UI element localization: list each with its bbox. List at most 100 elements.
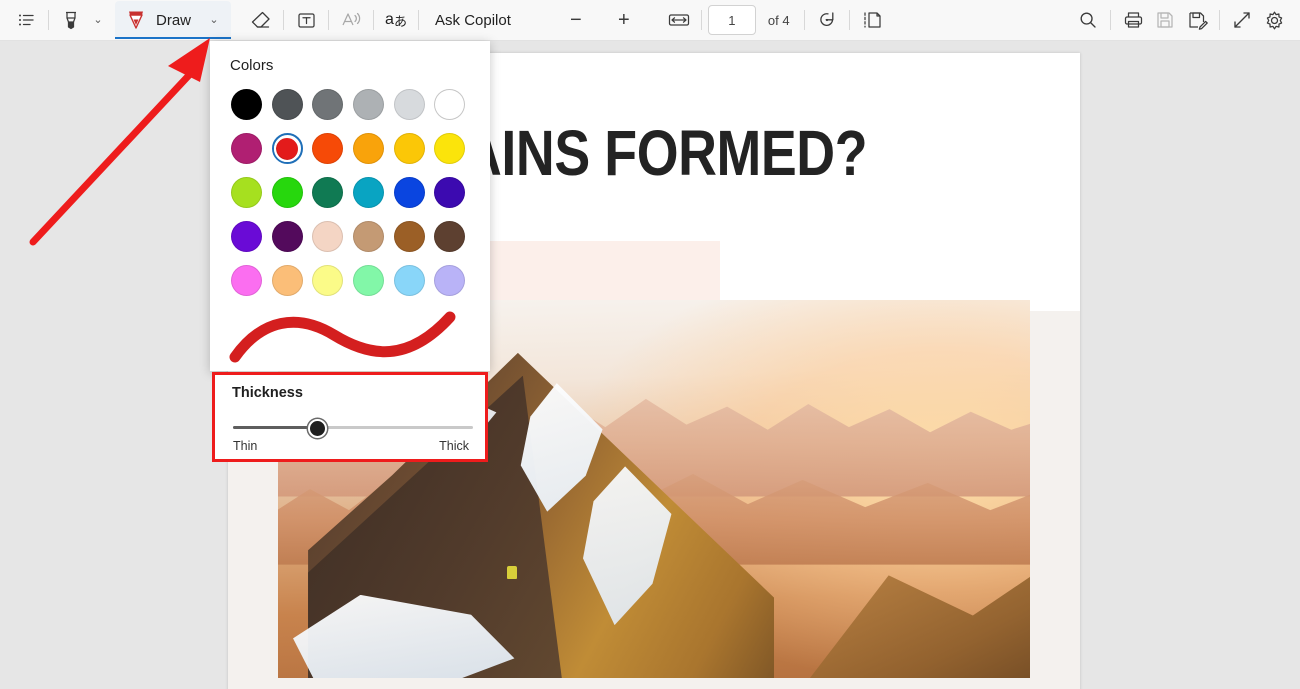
color-swatch-cell[interactable] — [353, 220, 393, 253]
color-swatch-orange-red[interactable] — [312, 133, 344, 164]
highlighter-chevron-down-icon[interactable]: ⌄ — [87, 4, 109, 36]
color-swatch-amber[interactable] — [393, 133, 425, 164]
color-swatch-green[interactable] — [271, 177, 303, 208]
color-swatch-cell[interactable] — [353, 264, 393, 297]
fullscreen-icon[interactable] — [1226, 4, 1258, 36]
divider — [803, 10, 805, 30]
color-swatch-white[interactable] — [434, 89, 466, 120]
save-as-icon[interactable] — [1181, 4, 1213, 36]
color-swatch-cell[interactable] — [312, 132, 352, 165]
color-swatch-sky-blue[interactable] — [393, 265, 425, 296]
color-swatch-light-gray[interactable] — [393, 89, 425, 120]
color-swatch-light-orange[interactable] — [271, 265, 303, 296]
color-swatch-cell[interactable] — [353, 176, 393, 209]
color-swatch-cell[interactable] — [231, 132, 271, 165]
color-swatch-cell[interactable] — [393, 132, 434, 165]
rotate-icon[interactable] — [811, 4, 843, 36]
color-swatch-cell[interactable] — [312, 264, 352, 297]
divider — [1219, 10, 1220, 30]
color-swatch-gray[interactable] — [312, 89, 344, 120]
divider — [700, 10, 702, 30]
color-swatch-lavender[interactable] — [434, 265, 466, 296]
color-swatch-cell[interactable] — [231, 88, 271, 121]
color-swatch-cyan[interactable] — [353, 177, 384, 208]
slider-thumb[interactable] — [307, 419, 327, 438]
color-swatch-cell[interactable] — [353, 88, 393, 121]
color-swatch-red[interactable] — [275, 137, 299, 160]
color-swatch-teal-green[interactable] — [312, 177, 344, 208]
color-swatch-brown[interactable] — [393, 221, 425, 252]
gear-icon[interactable] — [1258, 4, 1290, 36]
color-swatch-tan[interactable] — [353, 221, 384, 252]
thickness-heading: Thickness — [232, 385, 303, 401]
color-swatch-cell[interactable] — [231, 264, 271, 297]
page-view-icon[interactable] — [856, 4, 888, 36]
color-swatch-cell[interactable] — [434, 88, 474, 121]
color-swatch-cell[interactable] — [393, 264, 434, 297]
color-swatch-medium-gray[interactable] — [353, 89, 384, 120]
color-swatch-magenta[interactable] — [231, 133, 262, 164]
color-swatch-light-yellow[interactable] — [312, 265, 344, 296]
read-aloud-icon — [335, 4, 367, 36]
document-viewer[interactable]: MOUNTAINS FORMED? — [0, 41, 1300, 689]
color-swatch-cell[interactable] — [434, 220, 474, 253]
translate-glyph-jp: あ — [393, 13, 407, 29]
color-swatch-mint[interactable] — [353, 265, 384, 296]
slider-track-fill — [233, 426, 317, 429]
color-swatch-cell[interactable] — [393, 176, 434, 209]
pen-draw-icon — [125, 8, 147, 32]
color-swatch-cell[interactable] — [312, 220, 352, 253]
color-swatch-pink[interactable] — [231, 265, 262, 296]
color-swatch-dark-purple[interactable] — [271, 221, 303, 252]
color-swatch-cell-selected[interactable] — [271, 132, 312, 165]
color-swatch-cell[interactable] — [312, 88, 352, 121]
color-swatch-cell[interactable] — [271, 220, 312, 253]
color-swatch-cell[interactable] — [271, 264, 312, 297]
color-swatch-cell[interactable] — [434, 132, 474, 165]
color-swatch-cell[interactable] — [353, 132, 393, 165]
color-swatch-cell[interactable] — [312, 176, 352, 209]
text-box-icon[interactable] — [290, 4, 322, 36]
color-swatch-yellow[interactable] — [434, 133, 466, 164]
print-icon[interactable] — [1117, 4, 1149, 36]
page-number-input[interactable]: 1 — [707, 5, 756, 35]
color-swatch-indigo[interactable] — [434, 177, 466, 208]
color-swatch-cell[interactable] — [434, 264, 474, 297]
color-swatch-black[interactable] — [231, 89, 262, 120]
color-swatch-cell[interactable] — [393, 220, 434, 253]
color-swatch-cell[interactable] — [271, 88, 312, 121]
draw-chevron-down-icon[interactable]: ⌄ — [201, 1, 227, 39]
draw-chevron-label: ⌄ — [209, 13, 219, 26]
color-swatch-dark-brown[interactable] — [434, 221, 466, 252]
color-swatch-peach[interactable] — [312, 221, 344, 252]
right-slope-layer — [798, 566, 1030, 678]
highlighter-chevron-label: ⌄ — [93, 13, 103, 26]
search-icon[interactable] — [1072, 4, 1104, 36]
bullet-list-icon[interactable] — [10, 4, 42, 36]
thickness-slider[interactable] — [233, 419, 473, 438]
color-swatch-violet[interactable] — [231, 221, 262, 252]
color-swatch-lime[interactable] — [231, 177, 262, 208]
color-swatch-cell[interactable] — [271, 176, 312, 209]
translate-icon[interactable]: aあ — [380, 4, 412, 36]
zoom-out-button[interactable]: − — [559, 4, 593, 36]
color-swatch-cell[interactable] — [231, 176, 271, 209]
highlighter-icon[interactable] — [55, 4, 87, 36]
color-swatch-dark-gray[interactable] — [271, 89, 303, 120]
color-swatch-blue[interactable] — [393, 177, 425, 208]
color-swatch-cell[interactable] — [393, 88, 434, 121]
ask-copilot-button[interactable]: Ask Copilot — [425, 12, 521, 29]
colors-heading: Colors — [230, 57, 274, 74]
thickness-section: Thickness Thin Thick — [212, 372, 488, 462]
fit-to-width-icon[interactable] — [663, 4, 695, 36]
color-swatch-orange[interactable] — [353, 133, 384, 164]
color-swatch-cell[interactable] — [231, 220, 271, 253]
draw-tool-button[interactable]: Draw ⌄ — [115, 1, 232, 39]
divider — [418, 10, 420, 30]
color-swatch-grid — [231, 88, 475, 297]
divider — [848, 10, 850, 30]
thickness-max-label: Thick — [439, 439, 469, 453]
zoom-in-button[interactable]: + — [607, 4, 641, 36]
eraser-icon[interactable] — [245, 4, 277, 36]
color-swatch-cell[interactable] — [434, 176, 474, 209]
